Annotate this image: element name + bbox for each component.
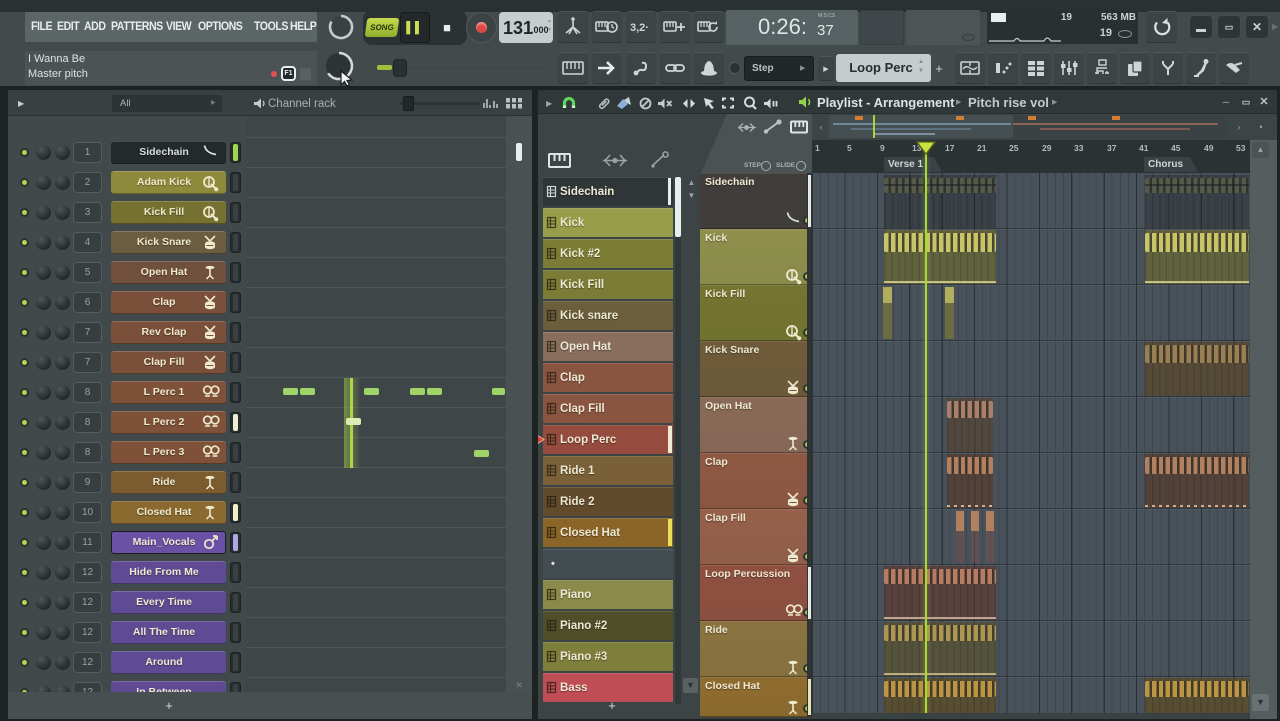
svg-text:3,2·: 3,2· (630, 22, 649, 34)
